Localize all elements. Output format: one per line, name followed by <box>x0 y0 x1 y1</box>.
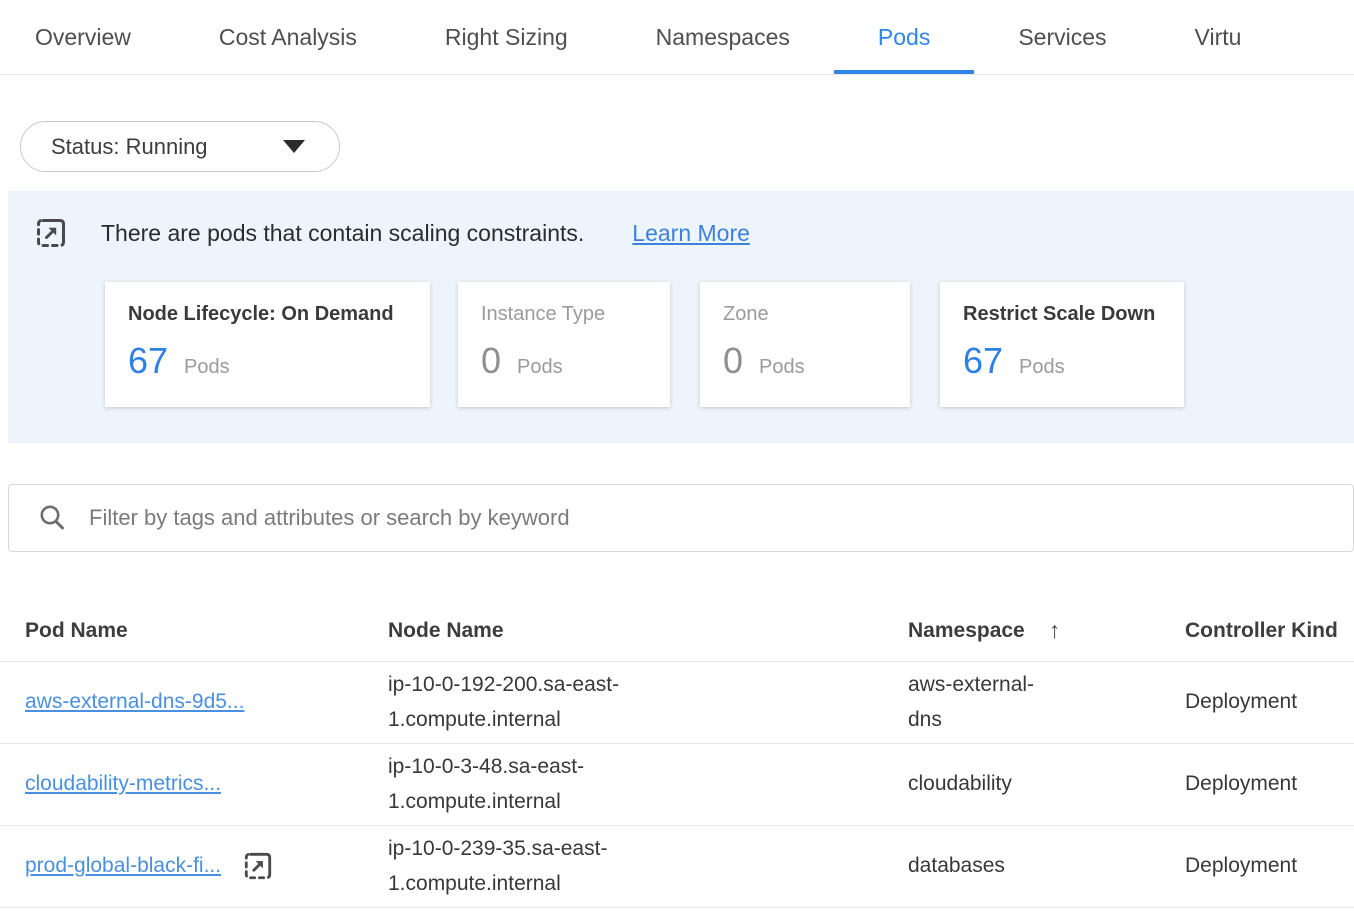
learn-more-link[interactable]: Learn More <box>632 220 750 247</box>
namespace-text: cloudability <box>908 767 1064 802</box>
card-unit: Pods <box>759 356 805 379</box>
namespace-cell: cloudability <box>908 767 1185 802</box>
top-tab-bar: Overview Cost Analysis Right Sizing Name… <box>0 0 1354 75</box>
node-name-text: ip-10-0-192-200.sa-east-1.compute.intern… <box>388 668 640 737</box>
table-row: prod-global-black-fi... ip-10-0-239-35.s… <box>0 826 1354 908</box>
card-unit: Pods <box>517 356 563 379</box>
tab-pods[interactable]: Pods <box>834 0 974 74</box>
card-zone[interactable]: Zone 0 Pods <box>700 282 910 407</box>
card-title: Instance Type <box>481 303 647 326</box>
pod-name-cell: prod-global-black-fi... <box>25 849 388 884</box>
sort-ascending-icon: ↑ <box>1049 617 1061 644</box>
controller-kind-cell: Deployment <box>1185 849 1354 884</box>
status-filter-dropdown[interactable]: Status: Running <box>20 121 340 172</box>
column-label: Controller Kind <box>1185 619 1338 643</box>
search-input[interactable] <box>89 505 1329 531</box>
table-row: cloudability-metrics... ip-10-0-3-48.sa-… <box>0 744 1354 826</box>
node-name-cell: ip-10-0-192-200.sa-east-1.compute.intern… <box>388 668 908 737</box>
card-title: Restrict Scale Down <box>963 303 1161 326</box>
tab-services[interactable]: Services <box>974 0 1150 74</box>
status-filter-label: Status: Running <box>51 134 208 160</box>
tab-cost-analysis[interactable]: Cost Analysis <box>175 0 401 74</box>
card-restrict-scale-down[interactable]: Restrict Scale Down 67 Pods <box>940 282 1184 407</box>
column-header-node-name[interactable]: Node Name <box>388 619 908 643</box>
card-title: Node Lifecycle: On Demand <box>128 303 407 326</box>
card-instance-type[interactable]: Instance Type 0 Pods <box>458 282 670 407</box>
card-value: 67 <box>963 340 1003 382</box>
table-header-row: Pod Name Node Name Namespace ↑ Controlle… <box>0 600 1354 662</box>
node-name-text: ip-10-0-3-48.sa-east-1.compute.internal <box>388 750 640 819</box>
tab-right-sizing[interactable]: Right Sizing <box>401 0 612 74</box>
table-row: aws-external-dns-9d5... ip-10-0-192-200.… <box>0 662 1354 744</box>
column-label: Node Name <box>388 619 504 643</box>
search-icon <box>37 503 67 533</box>
card-title: Zone <box>723 303 887 326</box>
tab-namespaces[interactable]: Namespaces <box>612 0 834 74</box>
namespace-text: aws-external-dns <box>908 668 1064 737</box>
node-name-text: ip-10-0-239-35.sa-east-1.compute.interna… <box>388 832 640 901</box>
tab-virtual[interactable]: Virtu <box>1151 0 1286 74</box>
card-unit: Pods <box>184 356 230 379</box>
chevron-down-icon <box>283 140 305 153</box>
controller-kind-cell: Deployment <box>1185 685 1354 720</box>
card-unit: Pods <box>1019 356 1065 379</box>
column-label: Namespace <box>908 619 1025 643</box>
card-metric: 0 Pods <box>723 340 887 382</box>
card-value: 0 <box>723 340 743 382</box>
node-name-cell: ip-10-0-239-35.sa-east-1.compute.interna… <box>388 832 908 901</box>
banner-header: There are pods that contain scaling cons… <box>8 191 1354 249</box>
pod-link[interactable]: aws-external-dns-9d5... <box>25 685 244 720</box>
node-name-cell: ip-10-0-3-48.sa-east-1.compute.internal <box>388 750 908 819</box>
filter-search-bar <box>8 484 1354 552</box>
constraint-cards-row: Node Lifecycle: On Demand 67 Pods Instan… <box>8 282 1354 407</box>
column-header-pod-name[interactable]: Pod Name <box>25 619 388 643</box>
banner-message: There are pods that contain scaling cons… <box>101 220 584 247</box>
card-metric: 67 Pods <box>128 340 407 382</box>
pod-name-cell: aws-external-dns-9d5... <box>25 685 388 720</box>
column-header-controller-kind[interactable]: Controller Kind <box>1185 619 1354 643</box>
namespace-cell: aws-external-dns <box>908 668 1185 737</box>
card-value: 67 <box>128 340 168 382</box>
tab-overview[interactable]: Overview <box>0 0 175 74</box>
scaling-constraint-icon <box>243 851 273 881</box>
namespace-cell: databases <box>908 849 1185 884</box>
column-header-namespace[interactable]: Namespace ↑ <box>908 617 1185 644</box>
card-metric: 67 Pods <box>963 340 1161 382</box>
card-metric: 0 Pods <box>481 340 647 382</box>
column-label: Pod Name <box>25 619 128 643</box>
scaling-constraints-banner: There are pods that contain scaling cons… <box>8 191 1354 443</box>
namespace-text: databases <box>908 849 1064 884</box>
pod-name-cell: cloudability-metrics... <box>25 767 388 802</box>
scaling-constraint-icon <box>35 217 67 249</box>
pod-link[interactable]: prod-global-black-fi... <box>25 849 221 884</box>
card-node-lifecycle[interactable]: Node Lifecycle: On Demand 67 Pods <box>105 282 430 407</box>
card-value: 0 <box>481 340 501 382</box>
controller-kind-cell: Deployment <box>1185 767 1354 802</box>
pod-link[interactable]: cloudability-metrics... <box>25 767 221 802</box>
pods-table: Pod Name Node Name Namespace ↑ Controlle… <box>0 600 1354 908</box>
